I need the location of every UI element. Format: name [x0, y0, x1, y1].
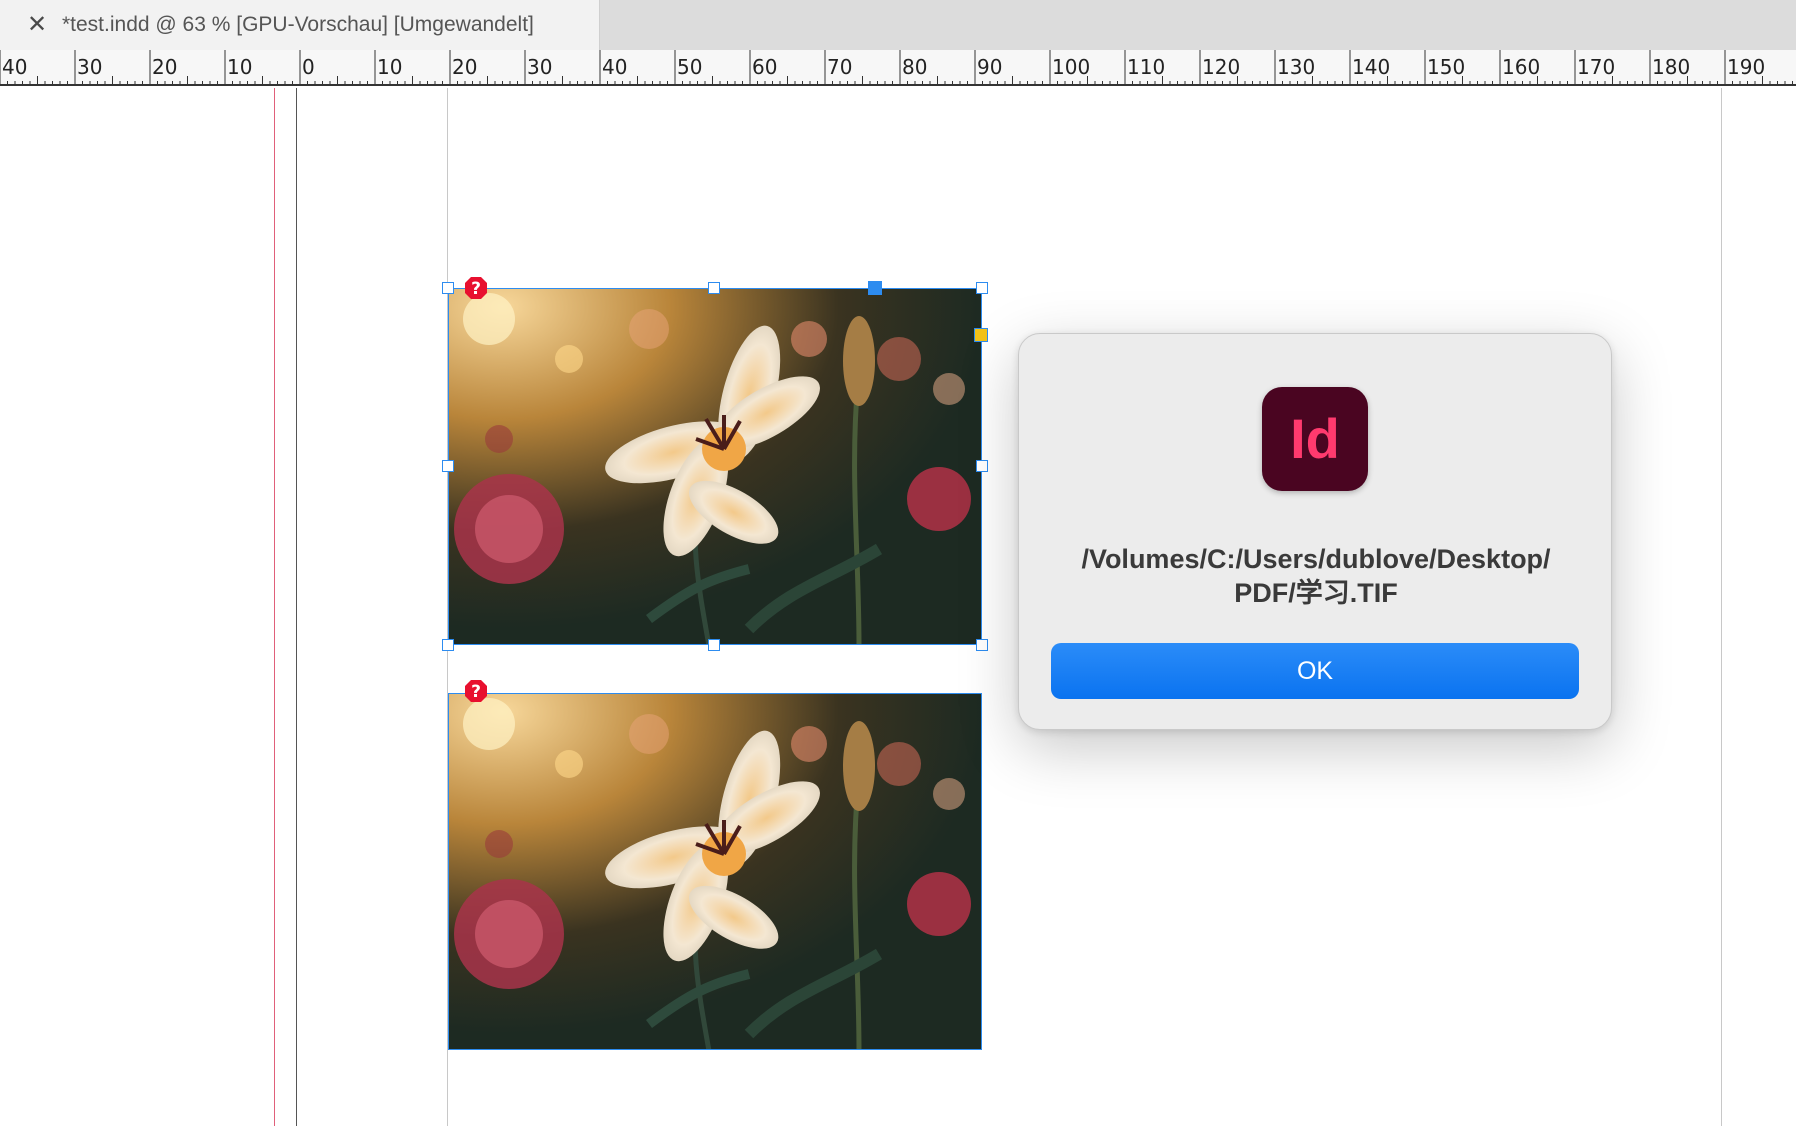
dialog-message: /Volumes/C:/Users/dublove/Desktop/ PDF/学… [1049, 542, 1583, 610]
missing-link-icon[interactable]: ? [464, 276, 488, 300]
resize-handle[interactable] [442, 460, 454, 472]
missing-link-icon[interactable]: ? [464, 679, 488, 703]
resize-handle[interactable] [708, 639, 720, 651]
ruler-tick-label: 140 [1352, 55, 1390, 79]
svg-text:?: ? [471, 682, 481, 702]
document-tab-bar: ✕ *test.indd @ 63 % [GPU-Vorschau] [Umge… [0, 0, 1796, 50]
ruler-tick-label: 190 [1727, 55, 1765, 79]
content-grabber-handle[interactable] [868, 281, 882, 295]
resize-handle[interactable] [442, 639, 454, 651]
ruler-tick-label: 0 [302, 55, 315, 79]
live-corner-handle[interactable] [974, 328, 988, 342]
ruler-tick-label: 180 [1652, 55, 1690, 79]
document-canvas[interactable]: ? ? Id /Volumes/C:/Users/dublove/Desktop… [0, 88, 1796, 1126]
image-frame-bottom[interactable] [448, 693, 982, 1050]
ruler-tick-label: 150 [1427, 55, 1465, 79]
ruler-tick-label: 170 [1577, 55, 1615, 79]
page-edge [296, 88, 297, 1126]
lily-flower-image [449, 694, 981, 1049]
ruler-tick-label: 10 [227, 55, 252, 79]
svg-text:?: ? [471, 279, 481, 299]
lily-flower-image [449, 289, 981, 644]
ruler-tick-label: 30 [77, 55, 102, 79]
ruler-tick-label: 80 [902, 55, 927, 79]
ruler-tick-label: 60 [752, 55, 777, 79]
resize-handle[interactable] [442, 282, 454, 294]
dialog-message-line: PDF/学习.TIF [1234, 578, 1398, 608]
resize-handle[interactable] [976, 460, 988, 472]
ruler-tick-label: 130 [1277, 55, 1315, 79]
indesign-window: ✕ *test.indd @ 63 % [GPU-Vorschau] [Umge… [0, 0, 1796, 1126]
ruler-tick-label: 90 [977, 55, 1002, 79]
ruler-tick-label: 40 [2, 55, 27, 79]
ruler-tick-label: 70 [827, 55, 852, 79]
ruler-tick-label: 110 [1127, 55, 1165, 79]
margin-guide-right [1721, 88, 1722, 1126]
ruler-tick-label: 120 [1202, 55, 1240, 79]
app-icon-text: Id [1290, 407, 1340, 470]
ruler-scale: 40 30 20 10 0 10 20 30 40 50 60 70 80 90 100 110 120 130 1… [0, 50, 1793, 84]
image-frame-top[interactable] [448, 288, 982, 645]
document-tab-title: *test.indd @ 63 % [GPU-Vorschau] [Umgewa… [62, 13, 534, 36]
resize-handle[interactable] [976, 639, 988, 651]
missing-file-alert-dialog: Id /Volumes/C:/Users/dublove/Desktop/ PD… [1018, 333, 1612, 730]
ruler-tick-label: 30 [527, 55, 552, 79]
horizontal-ruler[interactable]: 40 30 20 10 0 10 20 30 40 50 60 70 80 90 100 110 120 130 1… [0, 50, 1796, 86]
ruler-tick-label: 10 [377, 55, 402, 79]
resize-handle[interactable] [708, 282, 720, 294]
ok-button[interactable]: OK [1051, 643, 1579, 699]
ruler-tick-label: 50 [677, 55, 702, 79]
ruler-tick-label: 20 [452, 55, 477, 79]
resize-handle[interactable] [976, 282, 988, 294]
ruler-tick-label: 20 [152, 55, 177, 79]
ruler-tick-label: 160 [1502, 55, 1540, 79]
dialog-message-line: /Volumes/C:/Users/dublove/Desktop/ [1081, 544, 1551, 574]
bleed-guide [274, 88, 275, 1126]
indesign-app-icon: Id [1262, 387, 1368, 491]
document-tab[interactable]: ✕ *test.indd @ 63 % [GPU-Vorschau] [Umge… [0, 0, 600, 50]
close-icon[interactable]: ✕ [24, 11, 50, 37]
ruler-tick-label: 40 [602, 55, 627, 79]
ruler-tick-label: 100 [1052, 55, 1090, 79]
